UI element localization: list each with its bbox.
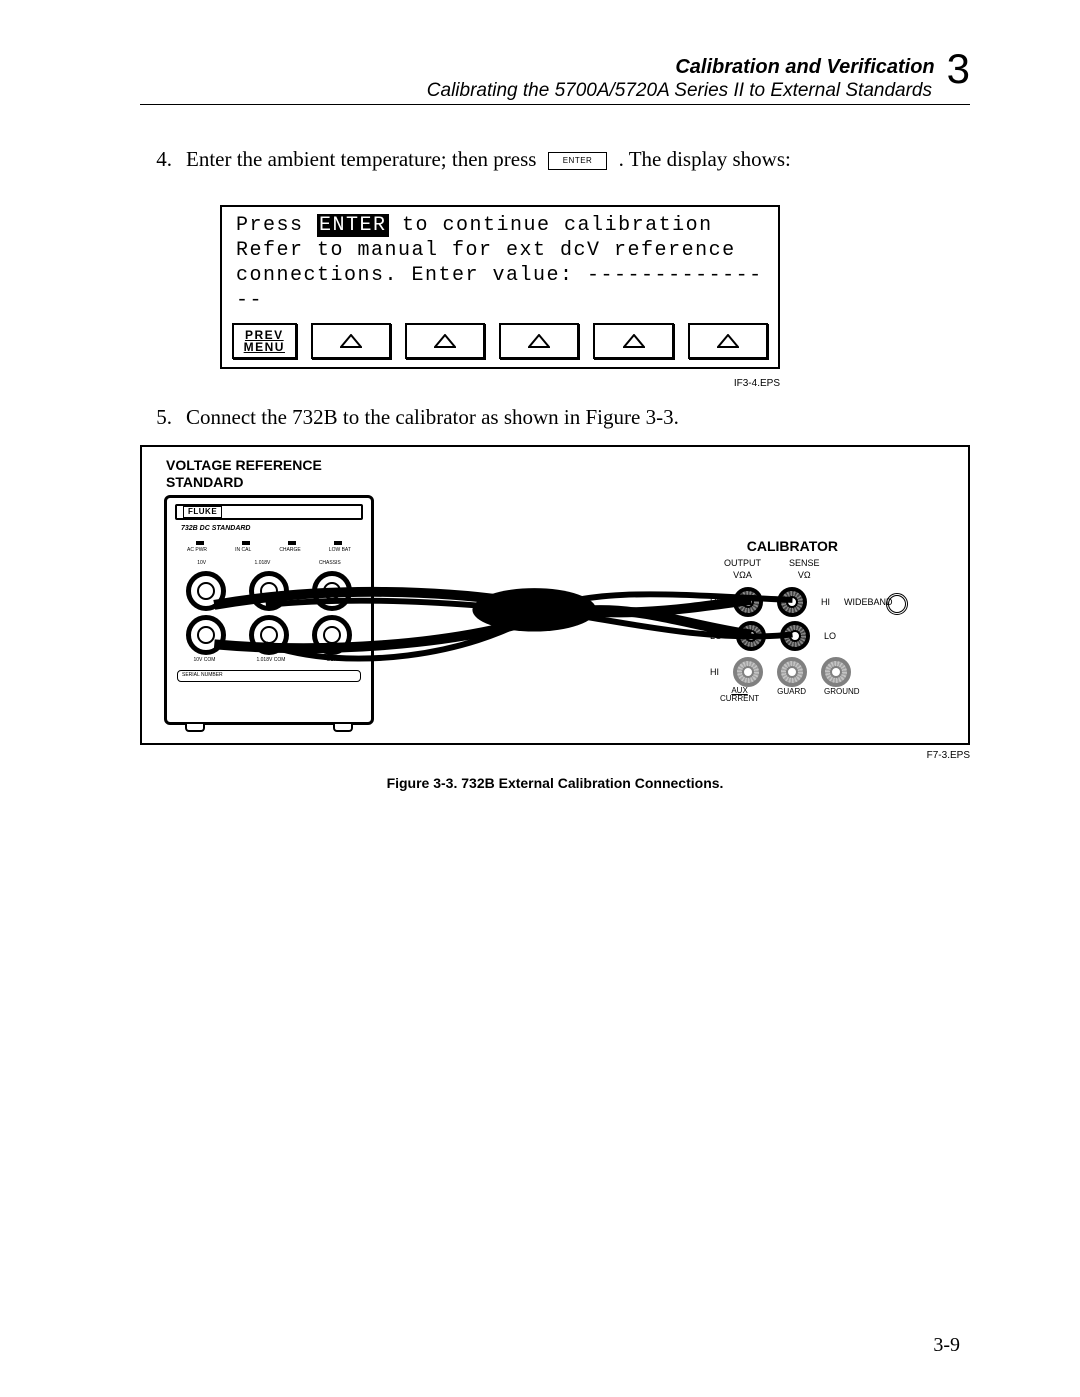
tlbl-1: 1.018V — [255, 560, 271, 567]
menu-label: MENU — [244, 341, 285, 353]
figure-caption: Figure 3-3. 732B External Calibration Co… — [140, 774, 970, 793]
led-lbl-0: AC PWR — [187, 547, 207, 554]
prev-menu-softkey: PREV MENU — [232, 323, 297, 359]
cal-row-aux: HI — [710, 657, 950, 687]
body: 4. Enter the ambient temperature; then p… — [140, 145, 970, 794]
led-icon — [196, 541, 204, 545]
vrs-line2: STANDARD — [166, 474, 322, 491]
cal-col-headers: OUTPUT VΩA SENSE VΩ — [724, 557, 950, 581]
step4-before: Enter the ambient temperature; then pres… — [186, 147, 536, 171]
page-number: 3-9 — [933, 1334, 960, 1357]
device-feet — [167, 724, 371, 732]
softkey-up-3 — [499, 323, 579, 359]
step5-text: Connect the 732B to the calibrator as sh… — [186, 403, 970, 431]
foot-icon — [185, 724, 205, 732]
device-top-strip: FLUKE — [175, 504, 363, 520]
sense-unit: VΩ — [789, 569, 820, 581]
sense-lbl: SENSE — [789, 557, 820, 569]
terminal-icon — [249, 615, 289, 655]
lo-lbl: LO — [710, 630, 722, 642]
terminal-row-top — [175, 571, 363, 611]
display-screenshot: Press ENTER to continue calibration Refe… — [220, 205, 780, 391]
figure-eps-label: F7-3.EPS — [140, 749, 970, 763]
disp-line2: Refer to manual for ext dcV reference — [236, 238, 764, 263]
header-rule — [140, 104, 970, 105]
led-row — [177, 541, 361, 545]
calibrator-terminal-icon — [733, 587, 763, 617]
figure-3-3: VOLTAGE REFERENCE STANDARD CALIBRATOR FL… — [140, 445, 970, 745]
blbl-1: 1.018V COM — [256, 657, 285, 664]
tlbl-0: 10V — [197, 560, 206, 567]
led-labels: AC PWR IN CAL CHARGE LOW BAT — [173, 547, 365, 554]
output-lbl: OUTPUT — [724, 557, 761, 569]
softkey-up-2 — [405, 323, 485, 359]
wideband-lbl: WIDEBAND — [844, 596, 893, 608]
led-icon — [242, 541, 250, 545]
display-eps-label: IF3-4.EPS — [220, 377, 780, 391]
calibrator-terminal-icon — [777, 657, 807, 687]
led-lbl-2: CHARGE — [279, 547, 300, 554]
blbl-0: 10V COM — [194, 657, 216, 664]
cal-bottom-labels: AUX CURRENT GUARD GROUND — [720, 687, 950, 703]
device-732b: FLUKE 732B DC STANDARD AC PWR IN CAL CHA… — [164, 495, 374, 725]
enter-key-icon: ENTER — [548, 152, 608, 170]
terminal-icon — [249, 571, 289, 611]
calibrator-terminal-icon — [821, 657, 851, 687]
terminal-icon — [186, 615, 226, 655]
calibrator-terminal-icon — [780, 621, 810, 651]
term-bot-labels: 10V COM 1.018V COM GUARD — [173, 657, 365, 664]
step-number: 4. — [140, 145, 186, 173]
step-text: Enter the ambient temperature; then pres… — [186, 145, 970, 173]
tlbl-2: CHASSIS — [319, 560, 341, 567]
led-icon — [334, 541, 342, 545]
output-unit: VΩA — [724, 569, 761, 581]
blbl-2: GUARD — [326, 657, 344, 664]
guard-lbl: GUARD — [777, 687, 806, 703]
calibrator-panel: OUTPUT VΩA SENSE VΩ HI HI WIDEBAND LO — [710, 557, 950, 717]
serial-number-plate: SERIAL NUMBER — [177, 670, 361, 682]
disp-line1-post: to continue calibration — [389, 214, 713, 237]
disp-line3: connections. Enter value: --------------… — [236, 263, 764, 313]
step-5: 5. Connect the 732B to the calibrator as… — [140, 403, 970, 431]
led-icon — [288, 541, 296, 545]
section-title: Calibration and Verification — [675, 56, 934, 79]
terminal-icon — [312, 615, 352, 655]
calibrator-label: CALIBRATOR — [747, 537, 838, 556]
serial-label: SERIAL NUMBER — [182, 672, 223, 679]
terminal-icon — [186, 571, 226, 611]
calibrator-terminal-icon — [736, 621, 766, 651]
display-text: Press ENTER to continue calibration Refe… — [222, 207, 778, 319]
hi-lbl3: HI — [710, 666, 719, 678]
led-lbl-1: IN CAL — [235, 547, 251, 554]
softkey-row: PREV MENU — [222, 319, 778, 367]
cal-row-lo: LO LO — [710, 621, 950, 651]
step4-after: . The display shows: — [619, 147, 791, 171]
page-header: Calibration and Verification 3 Calibrati… — [140, 50, 970, 105]
display-box: Press ENTER to continue calibration Refe… — [220, 205, 780, 369]
softkey-up-5 — [688, 323, 768, 359]
device-caption: 732B DC STANDARD — [181, 524, 371, 533]
disp-line1-highlight: ENTER — [317, 214, 389, 237]
header-subtitle: Calibrating the 5700A/5720A Series II to… — [427, 80, 932, 101]
current-lbl: CURRENT — [720, 695, 759, 703]
voltage-reference-label: VOLTAGE REFERENCE STANDARD — [166, 457, 322, 491]
ground-lbl: GROUND — [824, 687, 860, 703]
hi-lbl: HI — [710, 596, 719, 608]
fluke-logo: FLUKE — [183, 506, 222, 519]
terminal-row-bottom — [175, 615, 363, 655]
step-number-5: 5. — [140, 403, 186, 431]
terminal-icon — [312, 571, 352, 611]
led-lbl-3: LOW BAT — [329, 547, 351, 554]
disp-line1-pre: Press — [236, 214, 317, 237]
step-4: 4. Enter the ambient temperature; then p… — [140, 145, 970, 173]
softkey-up-1 — [311, 323, 391, 359]
term-top-labels: 10V 1.018V CHASSIS — [173, 560, 365, 567]
foot-icon — [333, 724, 353, 732]
calibrator-terminal-icon — [777, 587, 807, 617]
softkey-up-4 — [593, 323, 673, 359]
lo-lbl2: LO — [824, 630, 836, 642]
calibrator-terminal-icon — [733, 657, 763, 687]
vrs-line1: VOLTAGE REFERENCE — [166, 457, 322, 474]
hi-lbl2: HI — [821, 596, 830, 608]
